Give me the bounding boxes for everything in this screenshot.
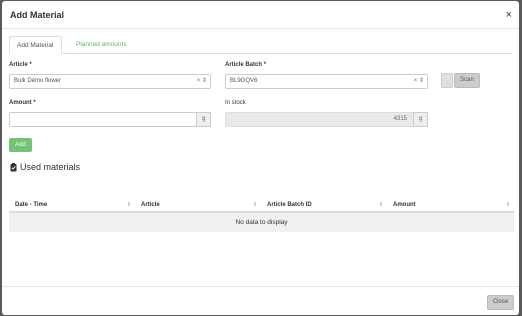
article-select-value: Bulk Demo flower (14, 78, 62, 84)
article-batch-select[interactable]: BL9GQV6 × ⇕ (225, 74, 428, 89)
tab-bar: Add Material Planned amounts (9, 36, 512, 54)
amount-input[interactable]: g (9, 112, 211, 127)
in-stock-label: In stock (225, 100, 246, 106)
modal-header: Add Material × (2, 1, 519, 29)
tab-planned-amounts[interactable]: Planned amounts (69, 36, 134, 54)
required-mark: * (33, 100, 36, 106)
modal-title: Add Material (10, 10, 65, 20)
add-button[interactable]: Add (9, 138, 32, 152)
clipboard-check-icon (10, 163, 17, 172)
used-materials-table: Date - Time ⇕ Article ⇕ Article Batch ID… (9, 197, 514, 232)
sort-icon: ⇕ (505, 202, 510, 208)
used-materials-title: Used materials (20, 162, 81, 172)
article-select[interactable]: Bulk Demo flower × ⇕ (9, 74, 211, 89)
article-batch-label: Article Batch * (225, 62, 266, 68)
article-label-text: Article (9, 62, 28, 68)
article-batch-select-value: BL9GQV6 (230, 78, 258, 84)
select-clear-and-arrow-icon[interactable]: × ⇕ (414, 75, 424, 88)
amount-label: Amount * (9, 100, 36, 106)
sort-icon: ⇕ (126, 202, 131, 208)
close-button[interactable]: Close (487, 295, 514, 310)
column-header-article[interactable]: Article ⇕ (135, 197, 261, 213)
required-mark: * (29, 62, 32, 68)
modal-footer: Close (2, 286, 519, 315)
column-header-amount[interactable]: Amount ⇕ (387, 197, 514, 213)
tab-add-material[interactable]: Add Material (9, 36, 62, 54)
camera-toggle-button[interactable] (441, 73, 453, 88)
in-stock-value: 4315 (393, 116, 407, 122)
select-clear-and-arrow-icon[interactable]: × ⇕ (197, 75, 207, 88)
amount-unit-addon: g (196, 112, 211, 127)
sort-icon: ⇕ (378, 202, 383, 208)
column-header-date-time[interactable]: Date - Time ⇕ (9, 197, 135, 213)
column-header-label: Article (141, 202, 160, 208)
required-mark: * (263, 62, 267, 68)
amount-label-text: Amount (9, 100, 32, 106)
in-stock-unit-addon: g (413, 112, 428, 127)
scan-button[interactable]: Scan (454, 73, 480, 88)
in-stock-field: 4315 g (225, 112, 428, 127)
sort-icon: ⇕ (252, 202, 257, 208)
column-header-label: Amount (393, 202, 416, 208)
close-icon[interactable]: × (506, 9, 512, 21)
add-material-modal: Add Material × Add Material Planned amou… (2, 1, 519, 315)
article-label: Article * (9, 62, 32, 68)
empty-table-message: No data to display (9, 213, 514, 232)
column-header-label: Article Batch ID (267, 202, 312, 208)
table-header: Date - Time ⇕ Article ⇕ Article Batch ID… (9, 197, 514, 213)
column-header-article-batch-id[interactable]: Article Batch ID ⇕ (261, 197, 387, 213)
column-header-label: Date - Time (15, 202, 48, 208)
article-batch-label-text: Article Batch (225, 62, 263, 68)
